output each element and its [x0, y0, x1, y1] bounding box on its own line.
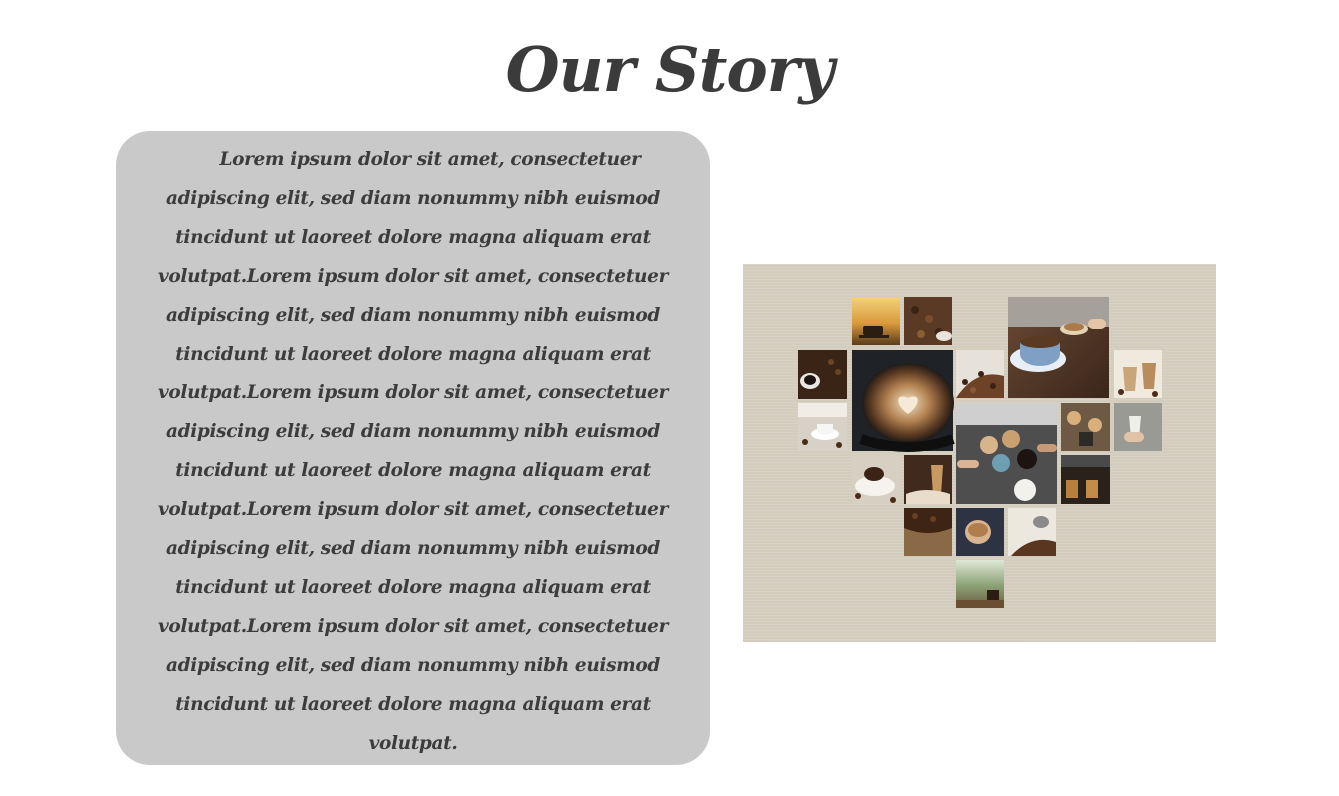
photo-coffee-beans-sack — [904, 508, 952, 556]
photo-takeaway-cups-street — [1061, 403, 1110, 451]
photo-latte-art-closeup — [852, 350, 955, 452]
story-card: Lorem ipsum dolor sit amet, consectetuer… — [116, 131, 710, 765]
photo-iced-coffee-glass — [904, 455, 952, 504]
photo-coffee-cup-outdoors — [956, 560, 1004, 608]
photo-coffee-beans-spill — [1008, 508, 1056, 556]
page-title: Our Story — [505, 33, 835, 106]
heart-photo-collage — [743, 264, 1216, 642]
photo-takeaway-cups — [1114, 350, 1162, 398]
photo-sunset-coffee — [852, 297, 900, 345]
photo-friends-toasting-coffee — [956, 403, 1057, 504]
photo-espresso-shots-machine — [1061, 455, 1110, 504]
photo-hands-holding-latte — [956, 508, 1004, 556]
photo-espresso-cup-with-beans — [798, 403, 847, 451]
photo-coffee-beans-pile — [956, 350, 1004, 398]
collage-graphic — [798, 297, 1162, 608]
photo-coffee-in-hand — [1114, 403, 1162, 451]
photo-coffee-beans-scoop — [904, 297, 952, 345]
photo-latte-cup-on-table — [1008, 297, 1109, 398]
photo-espresso-cup-with-spoon — [852, 455, 900, 504]
story-text: Lorem ipsum dolor sit amet, consectetuer… — [158, 149, 668, 754]
photo-coffee-cup-dark — [798, 350, 847, 399]
